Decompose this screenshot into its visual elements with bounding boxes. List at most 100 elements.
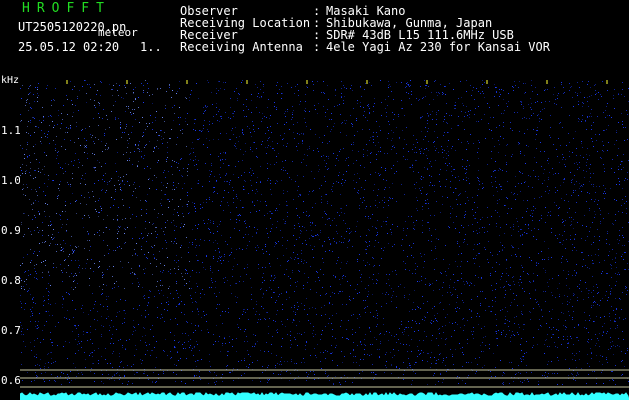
noise-pixel (403, 334, 404, 335)
noise-pixel (195, 119, 196, 120)
noise-pixel (162, 214, 163, 215)
noise-pixel (95, 329, 96, 330)
noise-pixel (426, 203, 427, 204)
noise-pixel (297, 333, 298, 334)
noise-pixel (548, 212, 549, 213)
noise-pixel (381, 102, 382, 103)
noise-pixel (81, 372, 82, 373)
noise-pixel (506, 164, 507, 165)
noise-pixel (139, 265, 140, 266)
noise-pixel (568, 133, 569, 134)
noise-pixel (163, 373, 164, 374)
noise-pixel (531, 230, 532, 231)
noise-pixel (347, 261, 348, 262)
noise-pixel (268, 138, 269, 139)
noise-pixel (63, 373, 64, 374)
noise-pixel (490, 252, 491, 253)
noise-pixel (281, 86, 282, 87)
noise-pixel (81, 308, 82, 309)
noise-pixel (168, 288, 169, 289)
noise-pixel (211, 287, 212, 288)
noise-pixel (256, 182, 257, 183)
noise-pixel (596, 355, 597, 356)
noise-pixel (557, 288, 558, 289)
noise-pixel (480, 219, 481, 220)
noise-pixel (470, 134, 471, 135)
noise-pixel (33, 203, 34, 204)
noise-pixel (586, 226, 587, 227)
noise-pixel (208, 228, 209, 229)
noise-pixel (608, 255, 609, 256)
noise-pixel (515, 176, 516, 177)
noise-pixel (171, 241, 172, 242)
noise-pixel (248, 319, 249, 320)
noise-pixel (299, 226, 300, 227)
noise-pixel (99, 103, 100, 104)
noise-pixel (125, 348, 126, 349)
noise-pixel (379, 349, 380, 350)
noise-pixel (394, 114, 395, 115)
noise-pixel (472, 224, 473, 225)
noise-pixel (193, 380, 194, 381)
noise-pixel (538, 263, 539, 264)
noise-pixel (227, 280, 228, 281)
freq-tick: 0.8 (1, 274, 21, 287)
noise-pixel (592, 263, 593, 264)
noise-pixel (569, 368, 570, 369)
noise-pixel (474, 263, 475, 264)
noise-pixel (385, 170, 386, 171)
noise-pixel (522, 235, 523, 236)
noise-pixel (563, 179, 564, 180)
noise-pixel (195, 156, 196, 157)
noise-pixel (189, 100, 190, 101)
noise-pixel (422, 232, 423, 233)
noise-pixel (575, 190, 576, 191)
noise-pixel (46, 311, 47, 312)
noise-pixel (265, 201, 266, 202)
noise-pixel (496, 333, 497, 334)
noise-pixel (148, 379, 149, 380)
noise-pixel (94, 234, 95, 235)
noise-pixel (305, 101, 306, 102)
noise-pixel (194, 203, 195, 204)
noise-pixel (178, 360, 179, 361)
noise-pixel (481, 328, 482, 329)
noise-pixel (333, 384, 334, 385)
noise-pixel (518, 282, 519, 283)
noise-pixel (611, 265, 612, 266)
noise-pixel (500, 242, 501, 243)
noise-pixel (157, 89, 158, 90)
noise-pixel (484, 247, 485, 248)
noise-pixel (271, 213, 272, 214)
noise-pixel (602, 356, 603, 357)
noise-pixel (78, 267, 79, 268)
noise-pixel (392, 183, 393, 184)
noise-pixel (132, 109, 133, 110)
noise-pixel (273, 320, 274, 321)
noise-pixel (163, 295, 164, 296)
noise-pixel (311, 230, 312, 231)
noise-pixel (233, 134, 234, 135)
noise-pixel (600, 355, 601, 356)
noise-pixel (478, 178, 479, 179)
noise-pixel (293, 311, 294, 312)
noise-pixel (266, 205, 267, 206)
noise-pixel (225, 152, 226, 153)
noise-pixel (568, 274, 569, 275)
noise-pixel (455, 150, 456, 151)
noise-pixel (434, 215, 435, 216)
noise-pixel (260, 201, 261, 202)
noise-pixel (533, 337, 534, 338)
noise-pixel (460, 193, 461, 194)
noise-pixel (559, 162, 560, 163)
noise-pixel (141, 151, 142, 152)
noise-pixel (31, 381, 32, 382)
noise-pixel (75, 309, 76, 310)
noise-pixel (282, 338, 283, 339)
noise-pixel (593, 263, 594, 264)
noise-pixel (375, 172, 376, 173)
noise-pixel (85, 268, 86, 269)
noise-pixel (390, 229, 391, 230)
noise-pixel (152, 350, 153, 351)
noise-pixel (406, 83, 407, 84)
